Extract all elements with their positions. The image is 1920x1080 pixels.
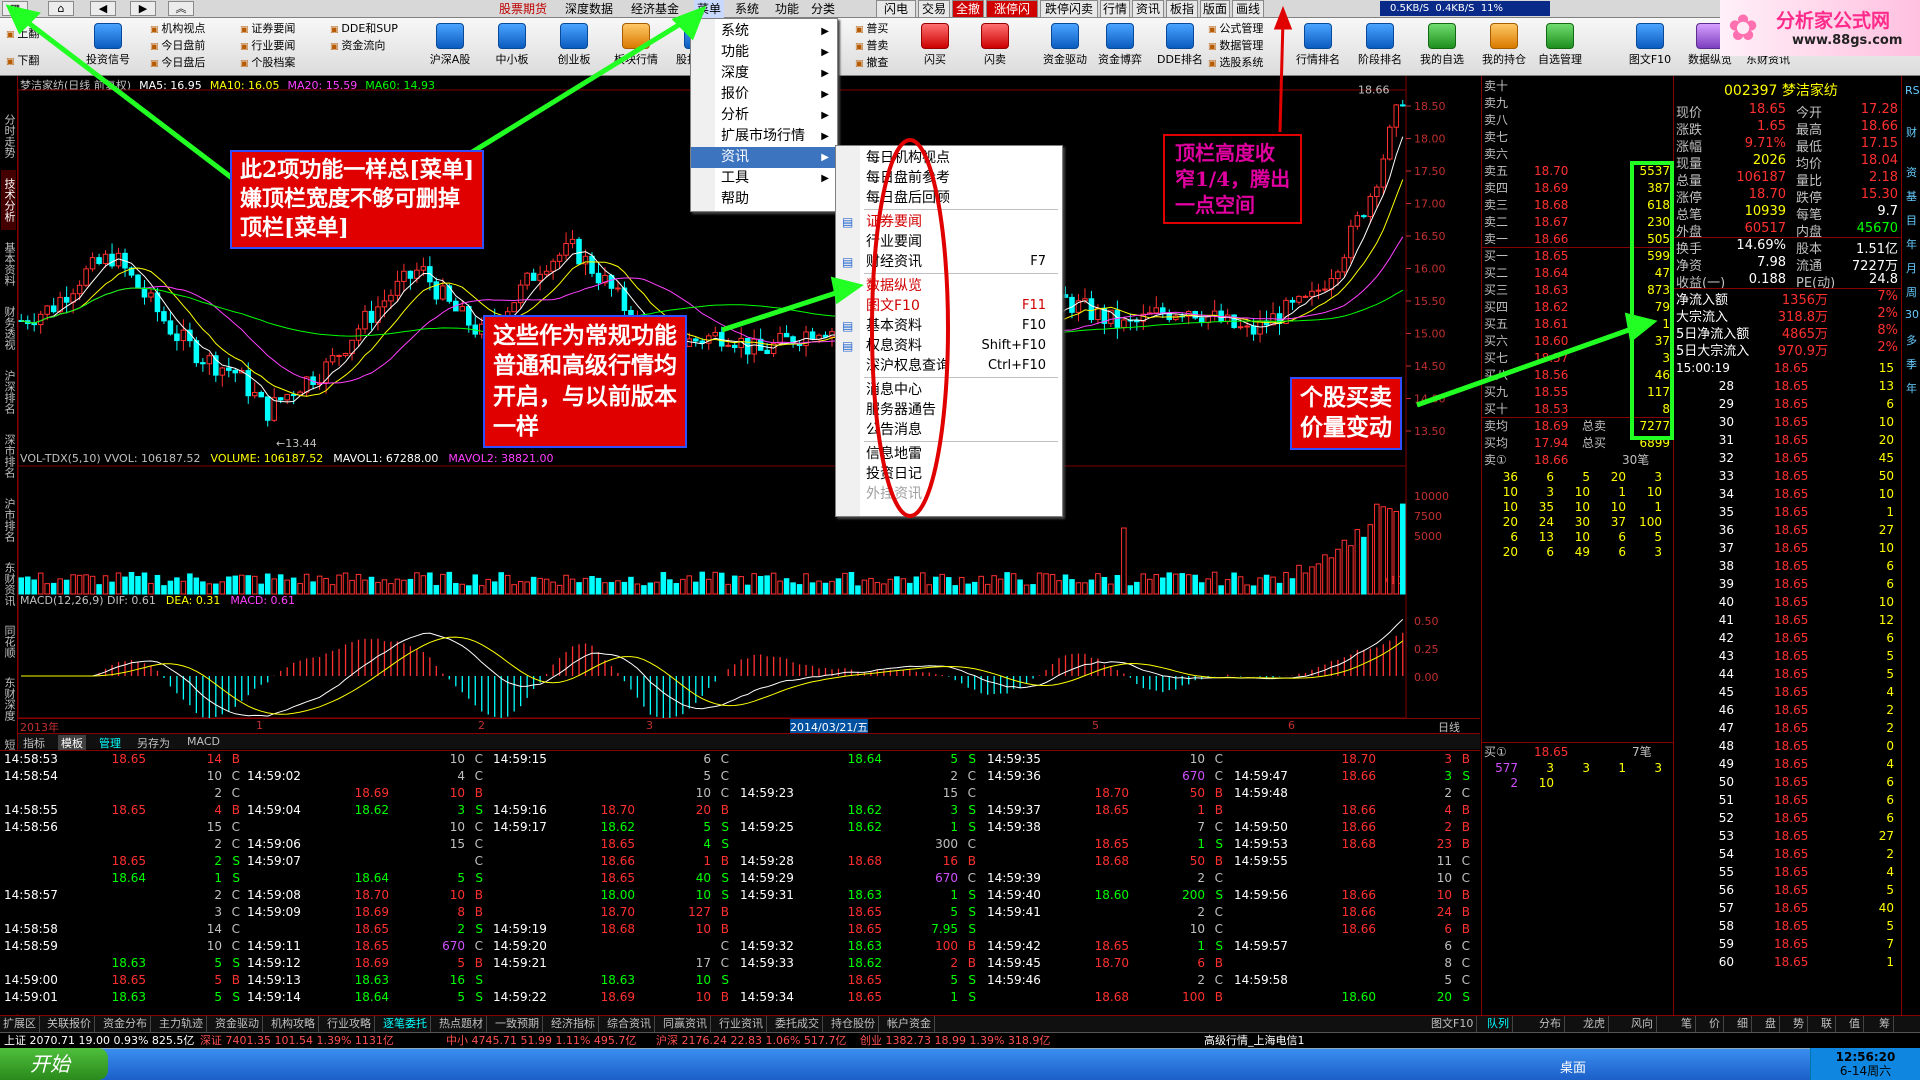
trading-terminal-window: ▦ ⌂ ◀ ▶ ︽ 0.5KB/S 0.4KB/S 11% 股票期货深度数据经济…: [0, 0, 1920, 1080]
annotation-topbar-note: 顶栏高度收 窄1/4，腾出 一点空间: [1163, 134, 1303, 224]
annotation-menu-note: 此2项功能一样总[菜单] 嫌顶栏宽度不够可删掉 顶栏[菜单]: [230, 150, 485, 250]
annotation-orderbook-note: 个股买卖 价量变动: [1290, 377, 1402, 450]
annotation-features-note: 这些作为常规功能 普通和高级行情均 开启，与以前版本 一样: [483, 315, 687, 449]
